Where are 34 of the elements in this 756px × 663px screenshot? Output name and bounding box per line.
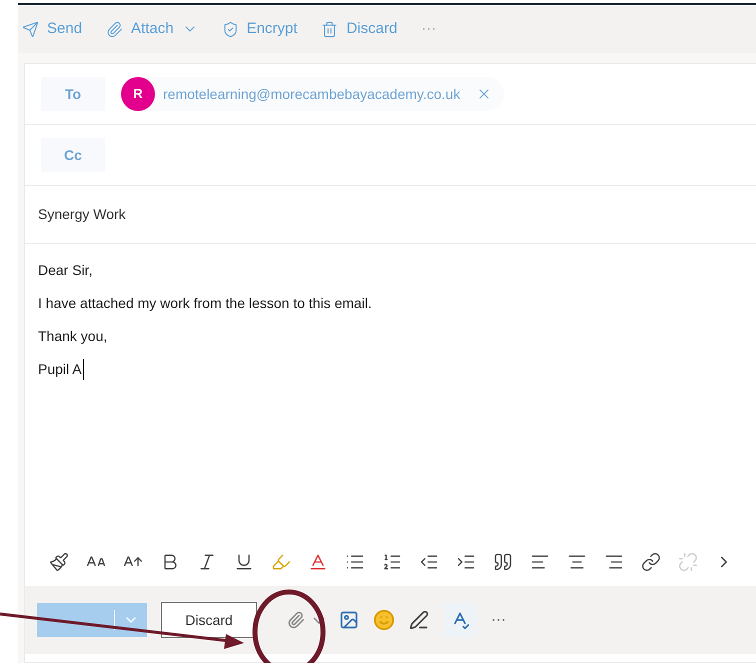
- recipient-email: remotelearning@morecambebayacademy.co.uk: [163, 84, 460, 104]
- spellcheck-button[interactable]: [443, 603, 477, 637]
- image-icon[interactable]: [339, 610, 359, 630]
- body-text: Dear Sir,: [38, 261, 94, 280]
- body-text: I have attached my work from the lesson to this email.: [38, 294, 373, 313]
- send-button[interactable]: Send: [22, 18, 82, 40]
- recipient-chip[interactable]: R remotelearning@morecambebayacademy.co.uk: [121, 77, 504, 111]
- more-button[interactable]: ···: [421, 18, 436, 40]
- link-icon[interactable]: [641, 552, 661, 572]
- font-color-icon[interactable]: [308, 552, 328, 572]
- subject-field[interactable]: Synergy Work: [38, 204, 126, 225]
- attach-button[interactable]: [287, 611, 325, 629]
- paperclip-icon: [106, 20, 124, 38]
- encrypt-button[interactable]: Encrypt: [222, 18, 298, 40]
- shield-icon: [222, 20, 239, 38]
- body-text: Thank you,: [38, 327, 108, 346]
- send-button[interactable]: [37, 603, 147, 637]
- paperclip-icon: [287, 611, 305, 629]
- avatar: R: [121, 77, 155, 111]
- discard-button[interactable]: Discard: [321, 18, 398, 40]
- send-icon: [22, 20, 39, 38]
- format-painter-icon[interactable]: [49, 552, 69, 572]
- trash-icon: [321, 20, 338, 38]
- quote-icon[interactable]: [493, 552, 513, 572]
- body-text: Pupil A: [38, 359, 84, 380]
- more-button[interactable]: ···: [491, 608, 506, 632]
- numbered-list-icon[interactable]: [382, 552, 402, 572]
- cc-button[interactable]: Cc: [41, 138, 105, 172]
- chevron-icon: [313, 616, 325, 624]
- discard-button[interactable]: Discard: [161, 602, 257, 638]
- underline-icon[interactable]: [234, 552, 254, 572]
- to-button[interactable]: To: [41, 77, 105, 111]
- pen-icon[interactable]: [409, 610, 429, 630]
- attach-button[interactable]: Attach: [106, 18, 198, 40]
